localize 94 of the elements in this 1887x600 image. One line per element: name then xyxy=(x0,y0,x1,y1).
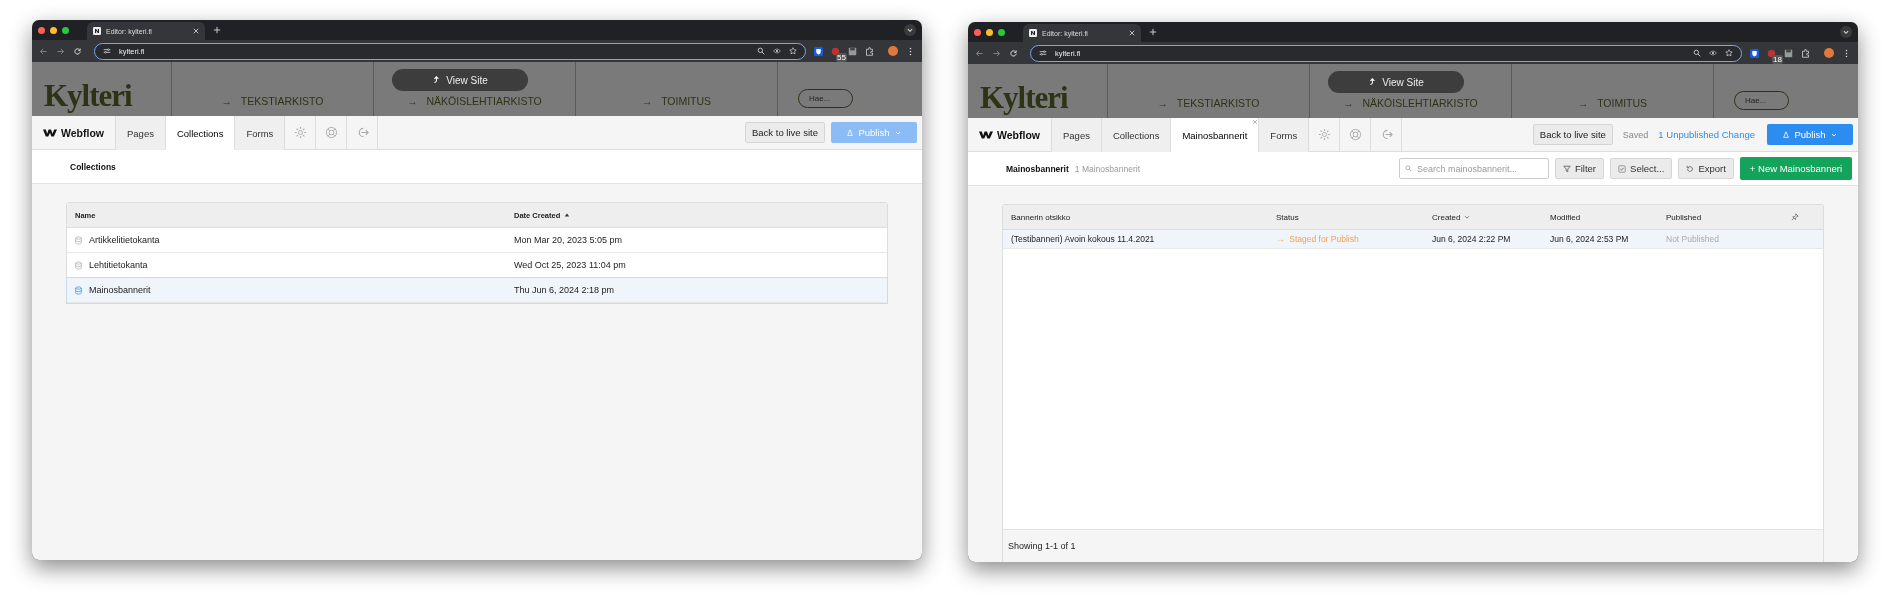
editor-tab[interactable]: Collections xyxy=(165,116,236,150)
shield-icon[interactable] xyxy=(1750,48,1759,58)
circular-arrow-icon xyxy=(1686,164,1695,173)
back-to-live-site-button[interactable]: Back to live site xyxy=(745,122,825,143)
eye-icon[interactable] xyxy=(773,47,781,55)
column-header[interactable]: Created xyxy=(1432,212,1461,222)
collection-row[interactable]: Artikkelitietokanta Mon Mar 20, 2023 5:05 pm xyxy=(67,228,887,253)
bookmark-star-icon[interactable] xyxy=(1725,49,1733,57)
extension-icon[interactable] xyxy=(1767,48,1776,58)
view-site-button[interactable]: View Site xyxy=(1328,71,1464,93)
table-cell-text: Jun 6, 2024 2:53 PM xyxy=(1550,234,1630,244)
export-button[interactable]: Export xyxy=(1678,158,1734,179)
maximize-window-icon[interactable] xyxy=(62,26,69,34)
table-cell: Lehtitietokanta xyxy=(89,260,148,270)
forward-icon[interactable] xyxy=(56,46,65,56)
editor-tab[interactable]: Mainosbannerit xyxy=(1171,118,1260,152)
chevron-down-icon[interactable] xyxy=(904,24,916,36)
table-cell-text: Jun 6, 2024 2:22 PM xyxy=(1432,234,1512,244)
database-icon xyxy=(75,285,82,295)
table-cell: Mainosbannerit xyxy=(89,285,151,295)
item-count: 1 Mainosbannerit xyxy=(1074,163,1141,174)
floppy-icon[interactable] xyxy=(848,46,857,56)
item-row[interactable]: (Testibanneri) Avoin kokous 11.4.2021 → Staged for Publish Jun 6, 2024 2:22 PM Jun 6, 2024 2:53 PM Not Published xyxy=(1003,230,1823,249)
reload-icon[interactable] xyxy=(1009,48,1018,58)
site-settings-icon[interactable] xyxy=(1039,49,1047,57)
database-icon xyxy=(75,235,82,245)
status-label: → Staged for Publish xyxy=(1276,234,1360,244)
extension-badge: 18 xyxy=(1772,54,1783,64)
page-title: Mainosbannerit xyxy=(1006,163,1069,174)
triangle-icon xyxy=(1782,130,1791,139)
checkbox-icon xyxy=(1618,164,1627,173)
editor-tab[interactable]: Pages xyxy=(116,116,166,150)
filter-icon xyxy=(1562,164,1571,173)
minimize-window-icon[interactable] xyxy=(986,28,993,36)
arrow-up-icon xyxy=(1368,78,1377,86)
chevron-down-icon[interactable] xyxy=(1840,26,1852,38)
page-title: Collections xyxy=(70,161,116,172)
select-button[interactable]: Select... xyxy=(1610,158,1673,179)
search-icon xyxy=(1404,165,1412,172)
table-cell: Artikkelitietokanta xyxy=(89,235,160,245)
reload-icon[interactable] xyxy=(73,46,82,56)
pagination-text: Showing 1-1 of 1 xyxy=(1008,541,1076,551)
column-header[interactable]: Bannerin otsikko xyxy=(1011,212,1071,222)
table-cell-text: Thu Jun 6, 2024 2:18 pm xyxy=(514,285,616,295)
close-window-icon[interactable] xyxy=(38,26,45,34)
maximize-window-icon[interactable] xyxy=(998,28,1005,36)
back-icon[interactable] xyxy=(975,48,984,58)
table-cell-text: (Testibanneri) Avoin kokous 11.4.2021 xyxy=(1011,234,1156,244)
pin-icon[interactable] xyxy=(1791,213,1799,221)
webflow-logo[interactable]: Webflow xyxy=(968,118,1052,151)
table-cell-text: Wed Oct 25, 2023 11:04 pm xyxy=(514,260,627,270)
minimize-window-icon[interactable] xyxy=(50,26,57,34)
close-window-icon[interactable] xyxy=(974,28,981,36)
close-icon[interactable] xyxy=(193,28,199,34)
new-tab-icon[interactable] xyxy=(1149,28,1157,36)
editor-tab[interactable]: Collections xyxy=(1101,118,1172,152)
table-cell-text: Mon Mar 20, 2023 5:05 pm xyxy=(514,235,624,245)
puzzle-icon[interactable] xyxy=(1801,48,1810,58)
extension-badge: 55 xyxy=(836,52,847,62)
puzzle-icon[interactable] xyxy=(865,46,874,56)
zoom-icon[interactable] xyxy=(757,47,765,55)
favicon-icon xyxy=(93,27,101,35)
forward-icon[interactable] xyxy=(992,48,1001,58)
bookmark-star-icon[interactable] xyxy=(789,47,797,55)
column-header[interactable]: Published xyxy=(1666,212,1702,222)
favicon-icon xyxy=(1029,29,1037,37)
avatar[interactable] xyxy=(1824,48,1834,58)
collection-row[interactable]: Mainosbannerit Thu Jun 6, 2024 2:18 pm xyxy=(67,278,887,303)
new-tab-icon[interactable] xyxy=(213,26,221,34)
eye-icon[interactable] xyxy=(1709,49,1717,57)
extension-icon[interactable] xyxy=(831,46,840,56)
shield-icon[interactable] xyxy=(814,46,823,56)
view-site-button[interactable]: View Site xyxy=(392,69,528,91)
editor-tab[interactable]: Pages xyxy=(1052,118,1102,152)
close-icon[interactable] xyxy=(1129,30,1135,36)
avatar[interactable] xyxy=(888,46,898,56)
site-settings-icon[interactable] xyxy=(103,47,111,55)
column-header[interactable]: Status xyxy=(1276,212,1299,222)
back-icon[interactable] xyxy=(39,46,48,56)
floppy-icon[interactable] xyxy=(1784,48,1793,58)
back-to-live-site-button[interactable]: Back to live site xyxy=(1532,124,1613,145)
filter-button[interactable]: Filter xyxy=(1554,158,1605,179)
saved-status: Saved xyxy=(1622,129,1649,140)
webflow-logo[interactable]: Webflow xyxy=(32,116,116,149)
triangle-icon xyxy=(846,128,855,137)
editor-tab[interactable]: Forms xyxy=(235,116,286,150)
column-header[interactable]: Modified xyxy=(1550,212,1581,222)
search-field[interactable]: Search mainosbannerit... xyxy=(1398,158,1549,179)
editor-tab[interactable]: Forms xyxy=(1259,118,1310,152)
zoom-icon[interactable] xyxy=(1693,49,1701,57)
arrow-up-icon xyxy=(432,76,441,84)
sort-ascending-icon[interactable] xyxy=(564,212,571,218)
database-icon xyxy=(75,260,82,270)
published-status: Not Published xyxy=(1666,234,1720,244)
